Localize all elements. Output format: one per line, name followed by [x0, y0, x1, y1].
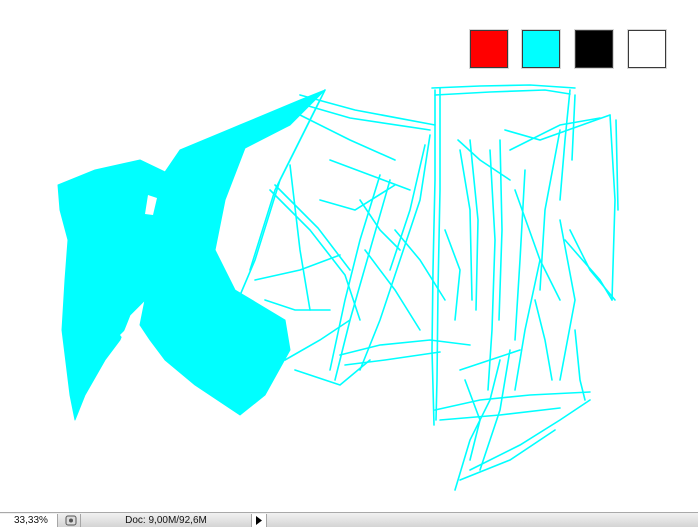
swatch-black[interactable] [575, 30, 613, 68]
swatch-red[interactable] [470, 30, 508, 68]
swatch-white[interactable] [628, 30, 666, 68]
document-size-info: Doc: 9,00M/92,6M [81, 513, 252, 527]
status-bar-spacer [267, 514, 698, 527]
status-bar: 33,33% Doc: 9,00M/92,6M [0, 512, 698, 527]
sketch-lines [237, 84, 619, 491]
zoom-level-field[interactable]: 33,33% [0, 513, 58, 527]
triangle-right-icon[interactable] [252, 513, 267, 527]
swatch-cyan[interactable] [522, 30, 560, 68]
drawing-strokes [57, 84, 619, 491]
document-canvas[interactable] [0, 0, 698, 512]
document-info-icon[interactable] [62, 513, 81, 527]
filled-letter-shape [57, 89, 326, 421]
